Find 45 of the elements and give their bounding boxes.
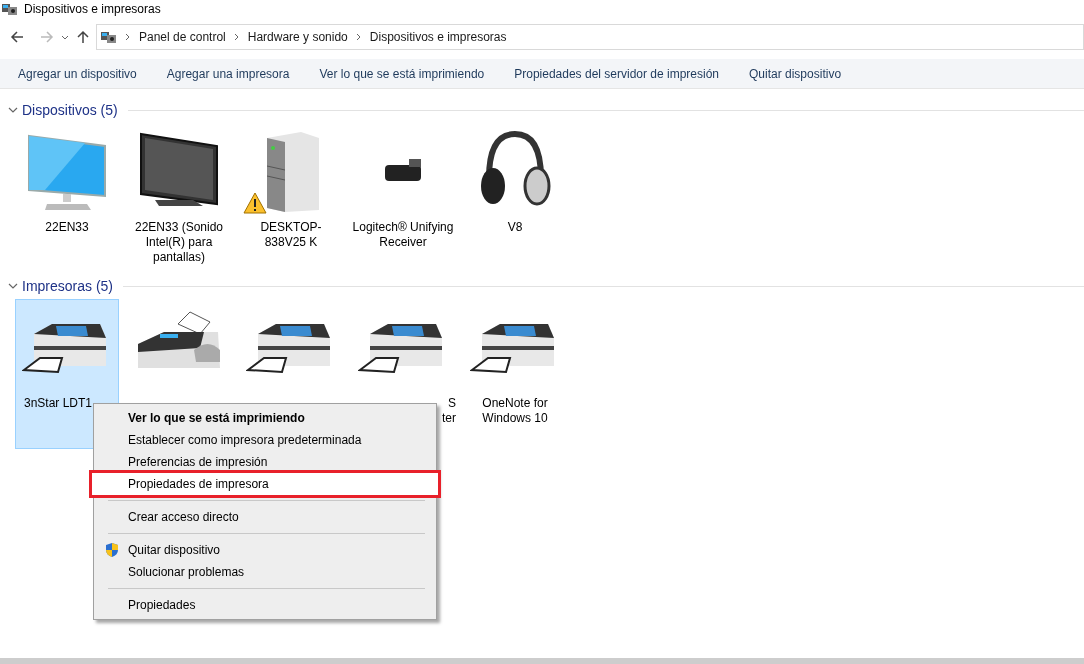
devices-printers-icon — [2, 2, 18, 16]
device-item[interactable]: Logitech® Unifying Receiver — [351, 123, 455, 273]
device-label: Logitech® Unifying Receiver — [352, 220, 454, 250]
address-bar[interactable]: Panel de control Hardware y sonido Dispositivos e impresoras — [96, 24, 1084, 50]
toolbar-button[interactable]: Propiedades del servidor de impresión — [514, 64, 719, 83]
device-label: 22EN33 — [44, 220, 90, 235]
menu-item[interactable]: Quitar dispositivo — [94, 539, 436, 561]
menu-item[interactable]: Crear acceso directo — [94, 506, 436, 528]
toolbar-button[interactable]: Ver lo que se está imprimiendo — [319, 64, 485, 83]
breadcrumb-item[interactable]: Dispositivos e impresoras — [369, 28, 507, 46]
collapse-chevron-icon[interactable] — [8, 105, 18, 115]
back-arrow-icon[interactable] — [10, 31, 24, 43]
window-title: Dispositivos e impresoras — [24, 1, 161, 18]
device-label: OneNote for Windows 10 — [481, 396, 549, 426]
collapse-chevron-icon[interactable] — [8, 281, 18, 291]
chevron-right-icon — [355, 33, 362, 41]
group-header[interactable]: Impresoras (5) — [22, 275, 114, 297]
device-label: 3nStar LDT1 — [23, 396, 93, 411]
up-arrow-icon[interactable] — [76, 30, 90, 44]
chevron-right-icon — [125, 33, 131, 41]
device-item[interactable]: DESKTOP-838V25 K — [239, 123, 343, 273]
device-label: 22EN33 (Sonido Intel(R) para pantallas) — [133, 220, 225, 265]
group-header[interactable]: Dispositivos (5) — [22, 99, 118, 121]
shield-icon — [105, 542, 119, 558]
device-label: DESKTOP-838V25 K — [259, 220, 323, 250]
device-label: V8 — [506, 220, 524, 235]
toolbar-button[interactable]: Agregar un dispositivo — [18, 64, 137, 83]
device-label: S ter — [441, 396, 456, 426]
menu-item[interactable]: Propiedades — [94, 594, 436, 616]
toolbar-button[interactable]: Agregar una impresora — [166, 64, 290, 83]
device-item[interactable]: 3nStar LDT1 — [15, 299, 119, 449]
menu-item[interactable]: Solucionar problemas — [94, 561, 436, 583]
toolbar-button[interactable]: Quitar dispositivo — [749, 64, 842, 83]
usb-receiver-icon — [385, 159, 421, 181]
menu-item[interactable]: Propiedades de impresora — [92, 473, 438, 495]
breadcrumb-item[interactable]: Panel de control — [139, 28, 226, 46]
devices-printers-icon — [101, 30, 117, 44]
chevron-right-icon — [233, 33, 240, 41]
device-item[interactable]: V8 — [463, 123, 567, 273]
device-item[interactable]: OneNote for Windows 10 — [463, 299, 567, 449]
horizontal-scrollbar[interactable] — [0, 658, 1084, 664]
breadcrumb-item[interactable]: Hardware y sonido — [247, 28, 348, 46]
device-item[interactable]: 22EN33 (Sonido Intel(R) para pantallas) — [127, 123, 231, 273]
menu-item[interactable]: Preferencias de impresión — [94, 451, 436, 473]
device-item[interactable]: 22EN33 — [15, 123, 119, 273]
